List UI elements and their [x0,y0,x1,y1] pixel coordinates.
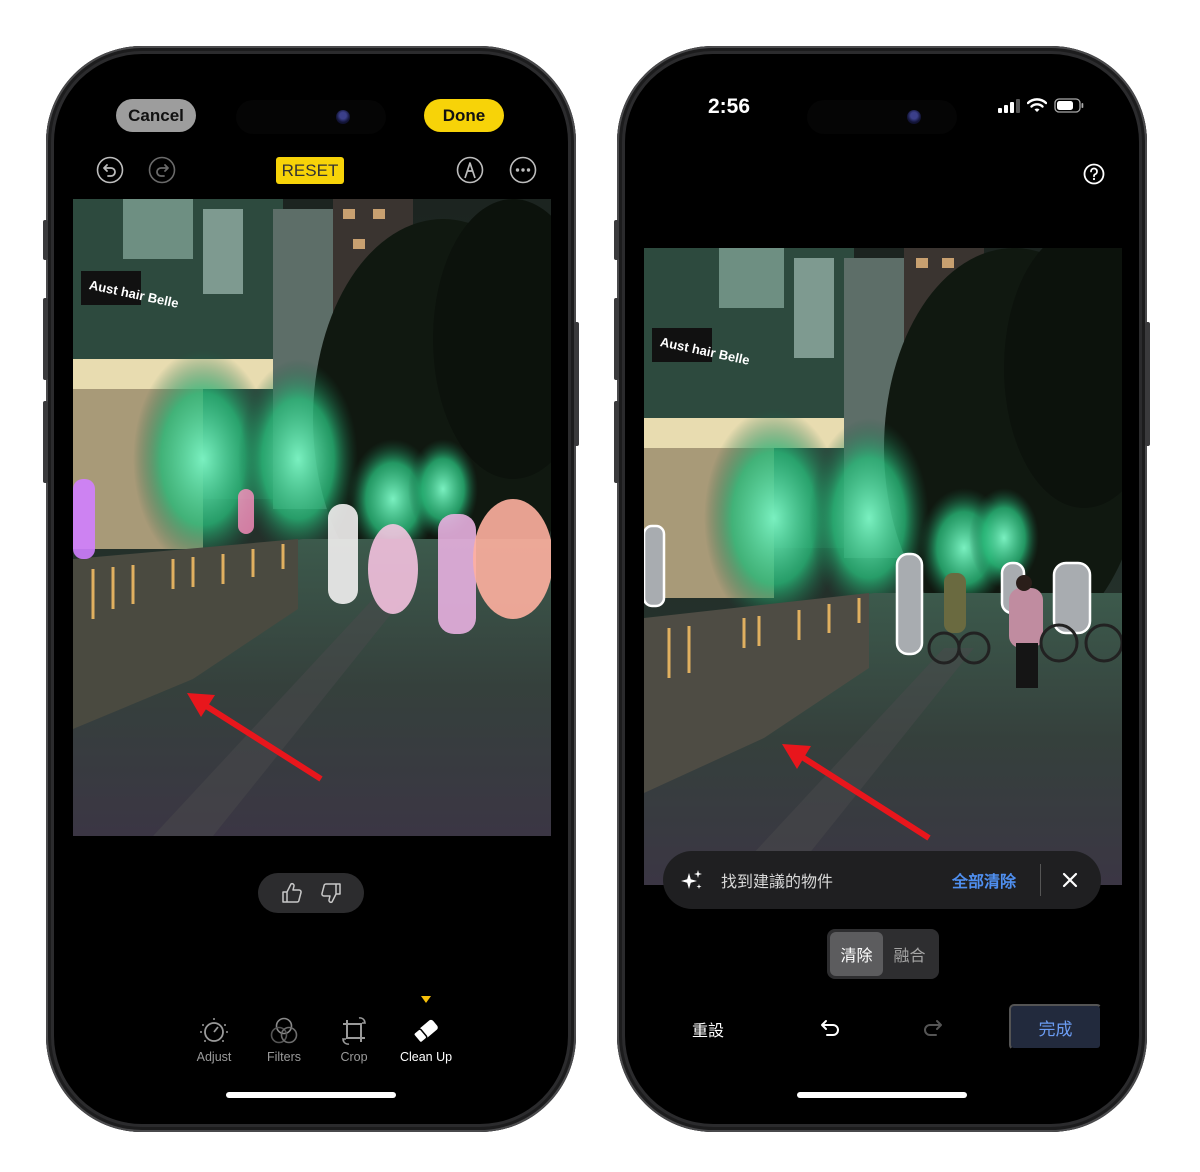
status-icons [998,98,1084,113]
power-button [574,322,579,446]
volume-down-button [43,401,48,483]
question-circle-icon[interactable] [1083,163,1105,185]
eraser-icon [413,1019,438,1044]
screen-google-magic-eraser: 2:56 Aust hair Belle 找到建議的物件 全部清除 清除 融合 … [625,54,1139,1124]
redo-icon[interactable] [921,1016,945,1040]
phone-left: Cancel Done RESET Aust hair Belle Adjust… [43,46,579,1132]
redo-icon[interactable] [148,156,176,184]
reset-button[interactable]: 重設 [692,1017,724,1041]
tool-label: Filters [266,1050,302,1064]
crop-rotate-icon [341,1017,367,1045]
action-button [43,220,48,260]
photo-canvas[interactable]: Aust hair Belle [644,248,1122,885]
camera-icon [336,110,350,124]
volume-up-button [43,298,48,380]
mode-option-erase[interactable]: 清除 [830,932,883,976]
undo-icon[interactable] [96,156,124,184]
home-indicator[interactable] [797,1092,967,1098]
tool-crop[interactable]: Crop [319,1014,389,1064]
mode-toggle: 清除 融合 [827,929,939,979]
cancel-button[interactable]: Cancel [116,99,196,132]
volume-down-button [614,401,619,483]
tool-label: Adjust [196,1050,232,1064]
wifi-icon [1027,98,1047,112]
filters-circles-icon [270,1017,298,1044]
status-time: 2:56 [708,95,751,118]
undo-icon[interactable] [818,1016,842,1040]
reset-button[interactable]: RESET [276,157,344,184]
volume-up-button [614,298,619,380]
thumbs-up-icon[interactable] [280,881,304,905]
cellular-signal-icon [998,98,1020,113]
tool-filters[interactable]: Filters [249,1014,319,1064]
markup-pen-icon[interactable] [456,156,484,184]
thumbs-down-icon[interactable] [319,881,343,905]
action-button [614,220,619,260]
camera-icon [907,110,921,124]
power-button [1145,322,1150,446]
battery-icon [1054,98,1084,113]
phone-right: 2:56 Aust hair Belle 找到建議的物件 全部清除 清除 融合 … [614,46,1150,1132]
divider [1040,864,1041,896]
tool-adjust[interactable]: Adjust [179,1014,249,1064]
dynamic-island [807,100,957,134]
bottom-action-bar: 重設 完成 [625,1004,1139,1052]
adjust-dial-icon [200,1018,228,1042]
feedback-pill [258,873,364,913]
tool-label: Clean Up [399,1050,453,1064]
dynamic-island [236,100,386,134]
done-button[interactable]: 完成 [1009,1004,1102,1050]
done-button[interactable]: Done [424,99,504,132]
clear-all-button[interactable]: 全部清除 [952,868,1016,892]
tool-clean-up[interactable]: Clean Up [391,1014,461,1064]
screen-photos-cleanup: Cancel Done RESET Aust hair Belle Adjust… [54,54,568,1124]
mode-option-blend[interactable]: 融合 [883,932,936,976]
active-tool-indicator [421,996,431,1003]
photo-canvas[interactable]: Aust hair Belle [73,199,551,836]
edit-toolbar: Adjust Filters Crop Clean Up [174,994,454,1074]
more-icon[interactable] [509,156,537,184]
home-indicator[interactable] [226,1092,396,1098]
suggestion-text: 找到建議的物件 [721,872,834,891]
tool-label: Crop [340,1050,368,1064]
close-icon[interactable] [1061,871,1079,889]
suggestion-bar: 找到建議的物件 全部清除 [663,851,1101,909]
sparkle-icon [681,870,702,889]
